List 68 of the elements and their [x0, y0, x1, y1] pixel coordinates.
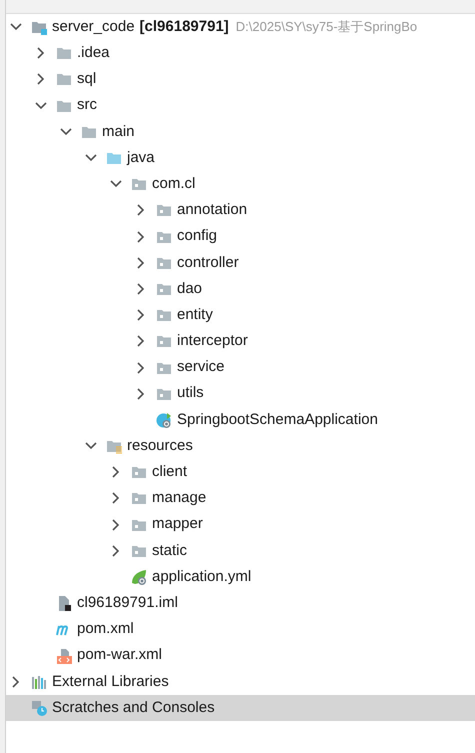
xml-file-icon — [56, 648, 72, 664]
chevron-down-icon[interactable] — [60, 128, 72, 136]
tree-item-label[interactable]: java — [127, 146, 155, 170]
tree-item-label[interactable]: utils — [177, 382, 204, 405]
tree-item-label[interactable]: client — [152, 461, 188, 484]
resources-folder-icon — [106, 438, 122, 454]
tree-item-label[interactable]: dao — [177, 278, 202, 300]
package-folder-icon — [156, 333, 172, 350]
tree-item-label[interactable]: .idea — [77, 42, 110, 65]
tree-item-label[interactable]: mapper — [152, 513, 203, 536]
chevron-right-icon[interactable] — [137, 388, 145, 400]
chevron-down-icon[interactable] — [35, 102, 47, 110]
chevron-down-icon[interactable] — [85, 154, 97, 162]
chevron-right-icon[interactable] — [112, 492, 120, 504]
module-name: [cl96189791] — [140, 16, 229, 37]
file-icon — [56, 595, 72, 612]
folder-icon — [106, 150, 122, 166]
chevron-right-icon[interactable] — [112, 466, 120, 478]
tree-item-label[interactable]: controller — [177, 252, 239, 274]
chevron-right-icon[interactable] — [12, 676, 20, 688]
scratch-clock-icon — [31, 700, 47, 716]
folder-icon — [56, 71, 72, 88]
tree-item-label[interactable]: main — [102, 120, 135, 144]
tree-item-label[interactable]: application.yml — [152, 566, 252, 588]
tree-item-label[interactable]: config — [177, 225, 218, 248]
module-folder-icon — [31, 19, 47, 36]
chevron-right-icon[interactable] — [137, 256, 145, 269]
chevron-right-icon[interactable] — [137, 309, 145, 322]
chevron-right-icon[interactable] — [137, 230, 145, 243]
package-folder-icon — [131, 464, 147, 480]
tree-item-label[interactable]: SpringbootSchemaApplication — [177, 408, 378, 432]
chevron-right-icon[interactable] — [137, 282, 145, 295]
tree-item-label[interactable]: server_code — [52, 16, 135, 38]
tree-item-label[interactable]: interceptor — [177, 330, 248, 353]
tree-item-label[interactable]: cl96189791.iml — [77, 592, 178, 614]
tree-item-label[interactable]: pom-war.xml — [77, 644, 162, 667]
tree-item-label[interactable]: com.cl — [152, 172, 196, 196]
chevron-down-icon[interactable] — [110, 180, 122, 188]
tree-item-label[interactable]: annotation — [177, 199, 248, 222]
tree-item-label[interactable]: entity — [177, 304, 213, 326]
tree-item-label[interactable]: pom.xml — [77, 618, 134, 641]
tree-item-label[interactable]: src — [77, 94, 97, 117]
libraries-icon — [31, 674, 47, 690]
chevron-right-icon[interactable] — [112, 544, 120, 557]
tree-item-label[interactable]: manage — [152, 487, 206, 510]
package-folder-icon — [131, 490, 147, 506]
tree-item-label[interactable]: sql — [77, 68, 96, 91]
folder-icon — [56, 45, 72, 62]
package-folder-icon — [156, 307, 172, 324]
chevron-right-icon[interactable] — [137, 362, 145, 374]
tree-item-label[interactable]: External Libraries — [52, 670, 169, 694]
chevron-down-icon[interactable] — [85, 442, 97, 450]
chevron-right-icon[interactable] — [37, 47, 45, 60]
chevron-right-icon[interactable] — [137, 204, 145, 216]
chevron-right-icon[interactable] — [112, 518, 120, 531]
tree-item-label[interactable]: static — [152, 540, 188, 562]
tree-item-label[interactable]: resources — [127, 434, 193, 458]
package-folder-icon — [131, 176, 147, 192]
project-path: D:\2025\SY\sy75-基于SpringBo — [236, 18, 418, 36]
chevron-down-icon[interactable] — [10, 23, 22, 32]
tree-item-label[interactable]: Scratches and Consoles — [52, 696, 215, 720]
selected-row[interactable]: Scratches and Consoles — [6, 694, 475, 722]
chevron-right-icon[interactable] — [137, 335, 145, 348]
tree-item-label[interactable]: service — [177, 356, 225, 379]
leaf-icon — [131, 569, 147, 586]
chevron-right-icon[interactable] — [37, 73, 45, 86]
class-icon — [156, 412, 172, 428]
package-folder-icon — [156, 202, 172, 218]
